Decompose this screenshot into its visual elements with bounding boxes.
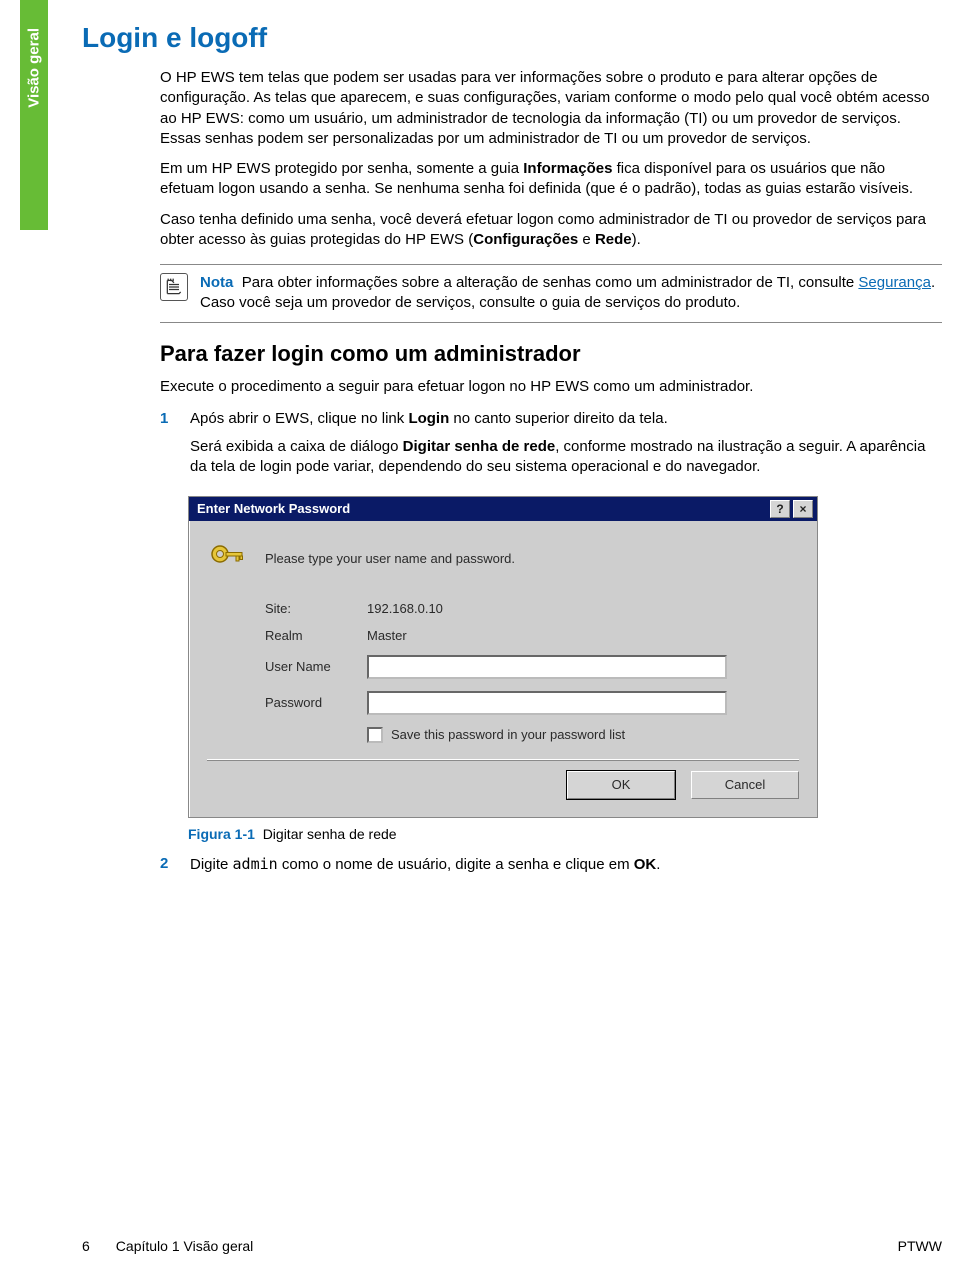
step-1: 1 Após abrir o EWS, clique no link Login…: [160, 409, 942, 486]
side-tab-label: Visão geral: [26, 28, 43, 108]
step-2-number: 2: [160, 854, 174, 883]
para-1: O HP EWS tem telas que podem ser usadas …: [160, 68, 942, 149]
help-button[interactable]: ?: [770, 500, 790, 518]
save-password-label: Save this password in your password list: [391, 727, 625, 742]
body-text: O HP EWS tem telas que podem ser usadas …: [160, 68, 942, 250]
section-heading: Para fazer login como um administrador: [160, 341, 942, 367]
close-button[interactable]: ×: [793, 500, 813, 518]
section-intro: Execute o procedimento a seguir para efe…: [160, 377, 942, 397]
step-1-text: Após abrir o EWS, clique no link Login n…: [190, 409, 942, 486]
password-label: Password: [265, 695, 367, 710]
site-value: 192.168.0.10: [367, 601, 443, 616]
step-2: 2 Digite admin como o nome de usuário, d…: [160, 854, 942, 883]
dialog-titlebar: Enter Network Password ? ×: [189, 497, 817, 521]
username-input[interactable]: [367, 655, 727, 679]
username-label: User Name: [265, 659, 367, 674]
site-label: Site:: [265, 601, 367, 616]
note-lead: Nota: [200, 274, 233, 291]
note-body: Nota Para obter informações sobre a alte…: [200, 273, 942, 314]
realm-value: Master: [367, 628, 407, 643]
dialog-prompt: Please type your user name and password.: [265, 551, 515, 566]
figure-lead: Figura 1-1: [188, 826, 255, 842]
page-footer: 6 Capítulo 1 Visão geral PTWW: [82, 1238, 942, 1254]
figure-caption: Figura 1-1 Digitar senha de rede: [188, 826, 942, 842]
para-3: Caso tenha definido uma senha, você deve…: [160, 210, 942, 251]
dialog-title: Enter Network Password: [197, 501, 350, 516]
cancel-button[interactable]: Cancel: [691, 771, 799, 799]
para-2: Em um HP EWS protegido por senha, soment…: [160, 159, 942, 200]
note-icon: [160, 273, 188, 301]
enter-network-password-dialog: Enter Network Password ? ×: [188, 496, 818, 818]
password-input[interactable]: [367, 691, 727, 715]
step-2-text: Digite admin como o nome de usuário, dig…: [190, 854, 942, 883]
lang-code: PTWW: [898, 1238, 942, 1254]
realm-label: Realm: [265, 628, 367, 643]
side-tab: Visão geral: [20, 0, 48, 230]
dialog-illustration: Enter Network Password ? ×: [188, 496, 942, 818]
ok-button[interactable]: OK: [567, 771, 675, 799]
note-block: Nota Para obter informações sobre a alte…: [160, 264, 942, 323]
page-title: Login e logoff: [82, 22, 942, 54]
chapter-label: Capítulo 1 Visão geral: [116, 1238, 254, 1254]
figure-text: Digitar senha de rede: [263, 826, 397, 842]
page-number: 6: [82, 1238, 90, 1254]
step-1-number: 1: [160, 409, 174, 486]
save-password-checkbox[interactable]: [367, 727, 383, 743]
note-link-seguranca[interactable]: Segurança: [858, 274, 931, 291]
dialog-separator: [207, 759, 799, 761]
key-icon: [207, 539, 247, 579]
page-content: Login e logoff O HP EWS tem telas que po…: [82, 22, 942, 893]
dialog-body: Please type your user name and password.…: [189, 521, 817, 817]
